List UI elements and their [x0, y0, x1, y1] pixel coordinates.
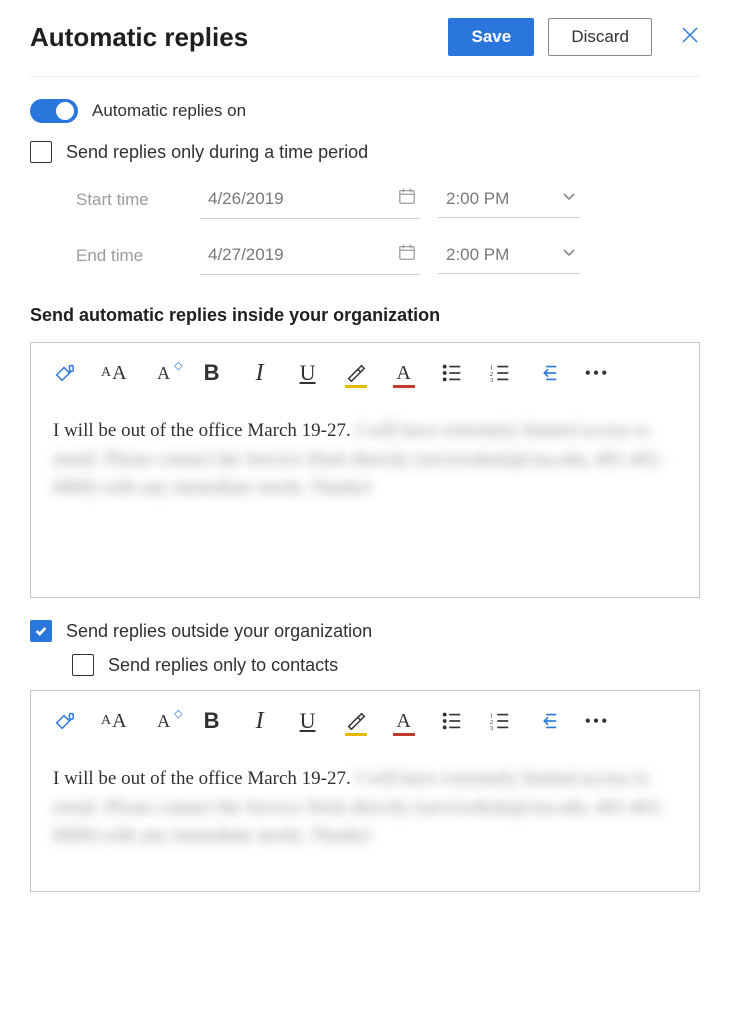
bullet-list-icon[interactable] [441, 361, 463, 385]
contacts-only-row: Send replies only to contacts [72, 654, 700, 676]
format-painter-icon[interactable] [53, 361, 75, 385]
auto-replies-toggle[interactable] [30, 99, 78, 123]
outdent-icon[interactable] [537, 361, 559, 385]
inside-org-editor: AA A◇ B I U A 123 [30, 342, 700, 598]
bold-icon[interactable]: B [201, 361, 223, 385]
font-format-icon[interactable]: A◇ [153, 709, 175, 733]
highlight-icon[interactable] [345, 709, 367, 733]
outside-body-text: I will be out of the office March 19-27. [53, 768, 351, 789]
save-button[interactable]: Save [448, 18, 534, 56]
time-period-label: Send replies only during a time period [66, 142, 368, 163]
font-color-icon[interactable]: A [393, 709, 415, 733]
chevron-down-icon [562, 245, 576, 265]
end-time-label: End time [76, 246, 200, 266]
start-time-label: Start time [76, 190, 200, 210]
outside-org-textarea[interactable]: I will be out of the office March 19-27.… [31, 745, 699, 891]
font-format-icon[interactable]: A◇ [153, 361, 175, 385]
end-date-value: 4/27/2019 [208, 245, 284, 265]
more-icon[interactable]: ••• [585, 709, 610, 733]
svg-text:3: 3 [489, 725, 492, 732]
start-time-value: 2:00 PM [446, 189, 509, 209]
highlight-icon[interactable] [345, 361, 367, 385]
numbered-list-icon[interactable]: 123 [489, 709, 511, 733]
discard-button[interactable]: Discard [548, 18, 652, 56]
end-time-value: 2:00 PM [446, 245, 509, 265]
calendar-icon [398, 187, 416, 210]
contacts-only-label: Send replies only to contacts [108, 655, 338, 676]
end-time-input[interactable]: 2:00 PM [438, 239, 580, 274]
end-date-input[interactable]: 4/27/2019 [200, 237, 420, 275]
calendar-icon [398, 243, 416, 266]
inside-body-text: I will be out of the office March 19-27. [53, 420, 351, 441]
underline-icon[interactable]: U [297, 361, 319, 385]
close-icon[interactable] [680, 25, 700, 50]
svg-text:3: 3 [489, 377, 492, 384]
editor-toolbar: AA A◇ B I U A 123 [31, 343, 699, 397]
outside-org-checkbox[interactable] [30, 620, 52, 642]
italic-icon[interactable]: I [249, 709, 271, 733]
header: Automatic replies Save Discard [30, 8, 700, 77]
start-time-input[interactable]: 2:00 PM [438, 183, 580, 218]
underline-icon[interactable]: U [297, 709, 319, 733]
time-period-fields: Start time 4/26/2019 2:00 PM End time [76, 181, 700, 275]
numbered-list-icon[interactable]: 123 [489, 361, 511, 385]
auto-replies-toggle-label: Automatic replies on [92, 101, 246, 121]
time-period-row: Send replies only during a time period [30, 141, 700, 163]
outside-org-label: Send replies outside your organization [66, 621, 372, 642]
page-title: Automatic replies [30, 22, 448, 53]
outdent-icon[interactable] [537, 709, 559, 733]
start-date-value: 4/26/2019 [208, 189, 284, 209]
auto-replies-toggle-row: Automatic replies on [30, 99, 700, 123]
chevron-down-icon [562, 189, 576, 209]
font-size-icon[interactable]: AA [101, 709, 127, 733]
contacts-only-checkbox[interactable] [72, 654, 94, 676]
start-date-input[interactable]: 4/26/2019 [200, 181, 420, 219]
bullet-list-icon[interactable] [441, 709, 463, 733]
outside-org-row: Send replies outside your organization [30, 620, 700, 642]
outside-org-editor: AA A◇ B I U A 123 [30, 690, 700, 892]
bold-icon[interactable]: B [201, 709, 223, 733]
font-color-icon[interactable]: A [393, 361, 415, 385]
font-size-icon[interactable]: AA [101, 361, 127, 385]
format-painter-icon[interactable] [53, 709, 75, 733]
more-icon[interactable]: ••• [585, 361, 610, 385]
italic-icon[interactable]: I [249, 361, 271, 385]
inside-org-heading: Send automatic replies inside your organ… [30, 305, 700, 326]
time-period-checkbox[interactable] [30, 141, 52, 163]
inside-org-textarea[interactable]: I will be out of the office March 19-27.… [31, 397, 699, 597]
editor-toolbar: AA A◇ B I U A 123 [31, 691, 699, 745]
